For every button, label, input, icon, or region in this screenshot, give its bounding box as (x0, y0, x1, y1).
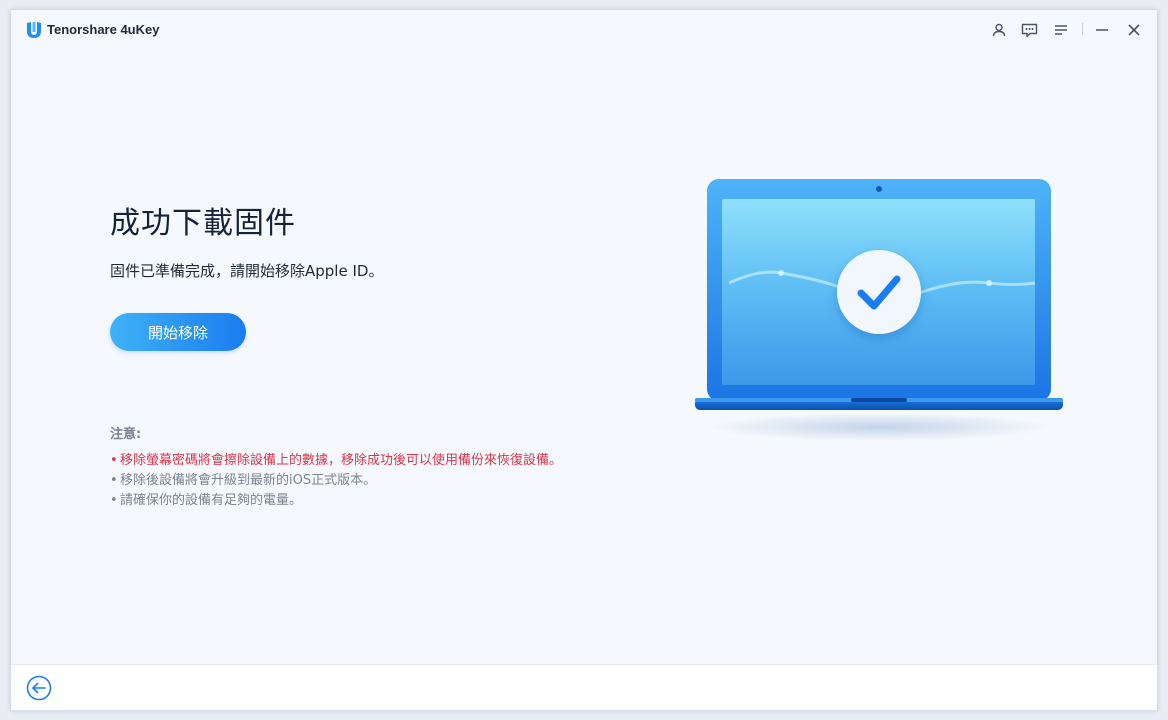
minimize-icon[interactable] (1092, 20, 1112, 40)
user-icon[interactable] (989, 20, 1009, 40)
notes-list: • 移除螢幕密碼將會擦除設備上的數據，移除成功後可以使用備份來恢復設備。 • 移除後… (110, 451, 562, 511)
close-icon[interactable] (1124, 20, 1144, 40)
bottom-bar (11, 664, 1157, 710)
app-window: Tenorshare 4uKey 成功下載固件 固件已準備完成，請開始移除App… (10, 9, 1158, 711)
page-title: 成功下載固件 (110, 206, 296, 241)
menu-icon[interactable] (1051, 20, 1071, 40)
note-item: • 請確保你的設備有足夠的電量。 (110, 493, 303, 508)
title-bar: Tenorshare 4uKey (11, 10, 1157, 50)
note-item: • 移除後設備將會升級到最新的iOS正式版本。 (110, 473, 377, 488)
back-arrow-icon[interactable] (26, 675, 52, 701)
page-subtitle: 固件已準備完成，請開始移除Apple ID。 (110, 262, 384, 280)
laptop-success-icon (695, 179, 1063, 441)
note-title: 注意: (110, 427, 142, 442)
note-item-warning: • 移除螢幕密碼將會擦除設備上的數據，移除成功後可以使用備份來恢復設備。 (110, 453, 563, 468)
app-logo-icon (27, 22, 41, 38)
titlebar-divider (1082, 23, 1083, 35)
feedback-icon[interactable] (1019, 20, 1039, 40)
start-removal-button[interactable]: 開始移除 (110, 313, 246, 351)
app-title: Tenorshare 4uKey (47, 22, 160, 37)
